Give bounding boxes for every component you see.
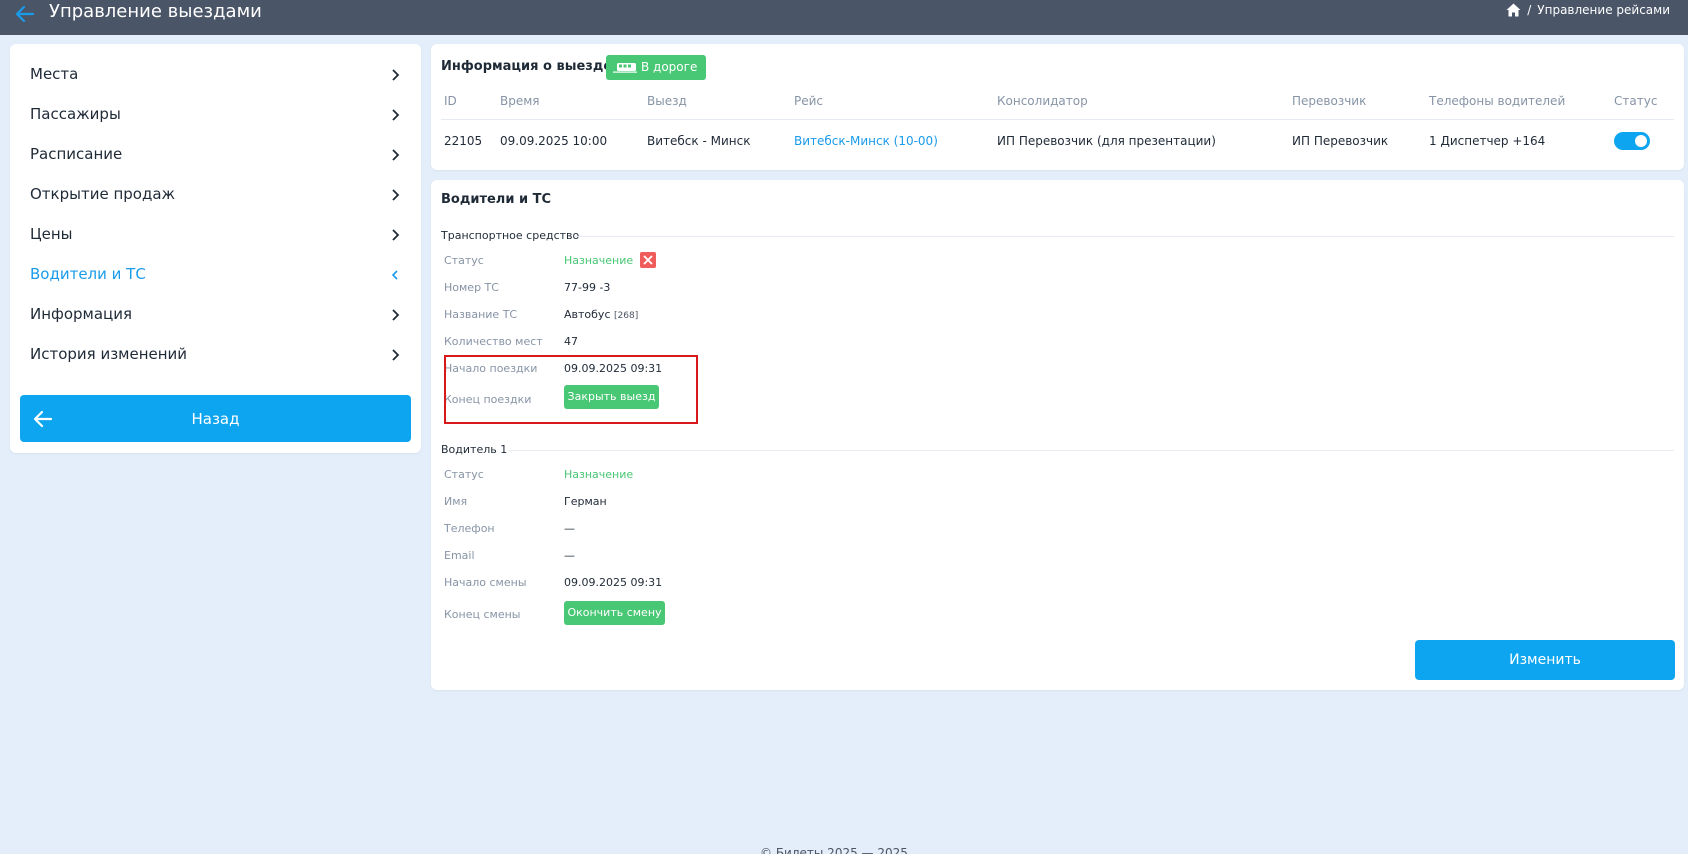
sidebar-item-label: Расписание bbox=[30, 145, 123, 163]
sidebar-item-passengers[interactable]: Пассажиры bbox=[10, 95, 421, 135]
cell-carrier: ИП Перевозчик bbox=[1292, 134, 1389, 148]
driver-status-value: Назначение bbox=[564, 468, 634, 481]
vehicle-status-label: Статус bbox=[444, 254, 484, 267]
column-header-time: Время bbox=[500, 94, 540, 108]
column-header-consolidator: Консолидатор bbox=[997, 94, 1088, 108]
route-link[interactable]: Витебск-Минск (10-00) bbox=[794, 134, 938, 148]
chevron-right-icon bbox=[392, 149, 400, 161]
shift-start-value: 09.09.2025 09:31 bbox=[564, 576, 663, 589]
end-shift-button[interactable]: Окончить смену bbox=[564, 601, 665, 625]
remove-vehicle-button[interactable] bbox=[640, 252, 656, 268]
chevron-right-icon bbox=[392, 309, 400, 321]
close-icon bbox=[643, 255, 653, 265]
column-header-departure: Выезд bbox=[647, 94, 687, 108]
column-header-driver-phones: Телефоны водителей bbox=[1429, 94, 1566, 108]
drivers-vehicles-title: Водители и ТС bbox=[441, 192, 551, 207]
column-header-carrier: Перевозчик bbox=[1292, 94, 1367, 108]
sidebar-item-label: Пассажиры bbox=[30, 105, 121, 123]
sidebar-item-information[interactable]: Информация bbox=[10, 295, 421, 335]
breadcrumb-separator: / bbox=[1527, 3, 1532, 17]
chevron-right-icon bbox=[392, 189, 400, 201]
vehicle-number-label: Номер ТС bbox=[444, 281, 499, 294]
sidebar-item-label: Открытие продаж bbox=[30, 185, 176, 203]
breadcrumb: / Управление рейсами bbox=[1506, 3, 1670, 17]
driver-phone-value: — bbox=[564, 522, 575, 535]
sidebar-item-label: История изменений bbox=[30, 345, 188, 363]
sidebar-item-schedule[interactable]: Расписание bbox=[10, 135, 421, 175]
vehicle-name-value: Автобус [268] bbox=[564, 308, 638, 321]
sidebar-item-sales-opening[interactable]: Открытие продаж bbox=[10, 175, 421, 215]
column-header-status: Статус bbox=[1614, 94, 1658, 108]
sidebar-item-label: Места bbox=[30, 65, 79, 83]
status-toggle[interactable] bbox=[1614, 132, 1650, 150]
cell-driver-phones: 1 Диспетчер +164 bbox=[1429, 134, 1546, 148]
column-header-id: ID bbox=[444, 94, 457, 108]
breadcrumb-item-routes[interactable]: Управление рейсами bbox=[1537, 3, 1670, 17]
bus-icon bbox=[613, 63, 637, 73]
sidebar-item-history[interactable]: История изменений bbox=[10, 335, 421, 375]
back-button[interactable]: Назад bbox=[20, 395, 411, 442]
chevron-right-icon bbox=[392, 109, 400, 121]
driver-status-label: Статус bbox=[444, 468, 484, 481]
sidebar-item-label: Водители и ТС bbox=[30, 265, 146, 283]
driver-email-label: Email bbox=[444, 549, 475, 562]
top-bar: Управление выездами / Управление рейсами bbox=[0, 0, 1688, 35]
driver-name-value: Герман bbox=[564, 495, 607, 508]
driver-section-title: Водитель 1 bbox=[441, 443, 508, 456]
sidebar-item-seats[interactable]: Места bbox=[10, 55, 421, 95]
chevron-right-icon bbox=[392, 349, 400, 361]
status-badge: В дороге bbox=[606, 55, 706, 80]
sidebar: Места Пассажиры Расписание Открытие прод… bbox=[10, 44, 421, 453]
column-header-route: Рейс bbox=[794, 94, 824, 108]
shift-end-label: Конец смены bbox=[444, 608, 521, 621]
cell-id: 22105 bbox=[444, 134, 483, 148]
section-divider bbox=[574, 236, 1674, 237]
vehicle-status-value: Назначение bbox=[564, 254, 634, 267]
shift-start-label: Начало смены bbox=[444, 576, 527, 589]
vehicle-name-text: Автобус bbox=[564, 308, 611, 321]
cell-consolidator: ИП Перевозчик (для презентации) bbox=[997, 134, 1216, 148]
seats-count-label: Количество мест bbox=[444, 335, 543, 348]
sidebar-item-label: Информация bbox=[30, 305, 133, 323]
edit-button[interactable]: Изменить bbox=[1415, 640, 1675, 680]
section-divider bbox=[509, 450, 1674, 451]
chevron-right-icon bbox=[392, 69, 400, 81]
table-divider bbox=[441, 119, 1674, 120]
footer-copyright: © Билеты 2025 — 2025 bbox=[760, 846, 908, 854]
driver-phone-label: Телефон bbox=[444, 522, 495, 535]
vehicle-number-value: 77-99 -3 bbox=[564, 281, 611, 294]
cell-departure: Витебск - Минск bbox=[647, 134, 751, 148]
back-arrow-icon[interactable] bbox=[14, 3, 36, 25]
highlight-box bbox=[444, 355, 698, 424]
chevron-right-icon bbox=[392, 229, 400, 241]
page-title: Управление выездами bbox=[49, 1, 262, 22]
drivers-vehicles-card: Водители и ТС Транспортное средство Стат… bbox=[431, 180, 1684, 690]
cell-time: 09.09.2025 10:00 bbox=[500, 134, 608, 148]
vehicle-id: [268] bbox=[614, 311, 639, 321]
sidebar-item-label: Цены bbox=[30, 225, 73, 243]
seats-count-value: 47 bbox=[564, 335, 578, 348]
trip-info-card: Информация о выезде В дороге ID Время Вы… bbox=[431, 44, 1684, 170]
chevron-left-icon bbox=[391, 270, 398, 280]
back-button-label: Назад bbox=[191, 410, 240, 428]
vehicle-name-label: Название ТС bbox=[444, 308, 518, 321]
vehicle-section-title: Транспортное средство bbox=[441, 229, 580, 242]
driver-name-label: Имя bbox=[444, 495, 468, 508]
sidebar-item-prices[interactable]: Цены bbox=[10, 215, 421, 255]
home-icon[interactable] bbox=[1506, 3, 1521, 17]
driver-email-value: — bbox=[564, 549, 575, 562]
trip-info-title: Информация о выезде bbox=[441, 59, 613, 74]
sidebar-item-drivers-vehicles[interactable]: Водители и ТС bbox=[10, 255, 421, 295]
status-badge-label: В дороге bbox=[641, 60, 698, 74]
